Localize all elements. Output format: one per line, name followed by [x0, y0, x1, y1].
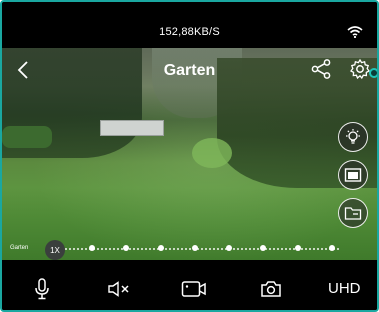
video-record-icon	[181, 281, 206, 297]
zoom-step-dot[interactable]	[157, 245, 164, 251]
video-overlay-label: Garten	[10, 245, 29, 251]
wifi-icon	[347, 26, 363, 38]
microphone-icon	[35, 278, 49, 300]
snapshot-button[interactable]	[259, 278, 283, 300]
zoom-step-dot[interactable]	[294, 245, 301, 251]
mic-button[interactable]	[32, 278, 52, 300]
record-button[interactable]	[180, 278, 208, 300]
quality-toggle[interactable]: UHD	[328, 280, 361, 297]
zoom-step-dot[interactable]	[191, 245, 198, 251]
control-toolbar: UHD	[2, 260, 377, 310]
settings-notification-dot	[369, 68, 377, 78]
lightbulb-icon	[346, 129, 360, 144]
speaker-mute-icon	[108, 281, 129, 297]
data-rate: 152,88KB/S	[159, 26, 220, 38]
camera-live-screen: 152,88KB/S Garten Garten 1X UHD	[0, 0, 379, 312]
status-bar: 152,88KB/S	[2, 2, 377, 48]
garden-shed	[100, 120, 164, 136]
share-icon[interactable]	[310, 58, 332, 80]
pip-icon	[344, 168, 362, 182]
light-button[interactable]	[338, 122, 368, 152]
mute-button[interactable]	[106, 278, 132, 300]
zoom-step-dot[interactable]	[329, 245, 335, 251]
pip-button[interactable]	[338, 160, 368, 190]
zoom-step-dot[interactable]	[89, 245, 95, 251]
zoom-slider-knob[interactable]: 1X	[45, 240, 65, 260]
folder-icon	[344, 207, 362, 220]
folder-button[interactable]	[338, 198, 368, 228]
gear-icon[interactable]	[349, 58, 371, 80]
camera-icon	[261, 281, 281, 297]
camera-nav-bar: Garten	[2, 48, 377, 94]
